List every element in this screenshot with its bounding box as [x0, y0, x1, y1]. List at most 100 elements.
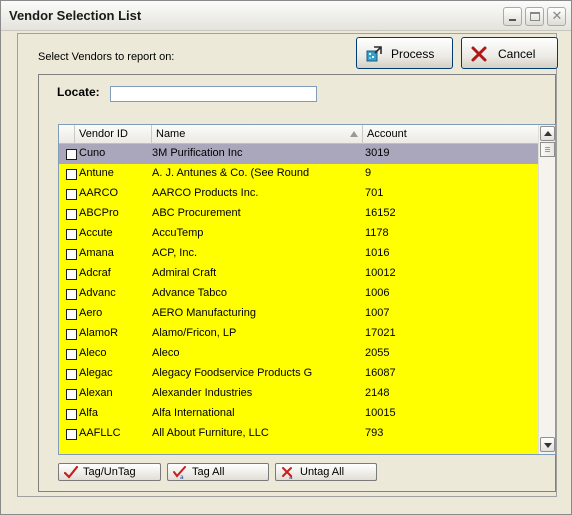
vendor-id-cell: Aero — [79, 307, 103, 319]
vendor-name-cell: Admiral Craft — [152, 267, 217, 279]
account-cell: 17021 — [365, 327, 396, 339]
table-row[interactable]: ABCPro ABC Procurement 16152 — [59, 204, 538, 224]
cancel-button[interactable]: Cancel — [461, 37, 558, 69]
tag-checkbox[interactable] — [66, 289, 77, 300]
vendor-id-cell: Alexan — [79, 387, 113, 399]
table-row[interactable]: AARCO AARCO Products Inc. 701 — [59, 184, 538, 204]
account-cell: 1016 — [365, 247, 390, 259]
table-row[interactable]: Accute AccuTemp 1178 — [59, 224, 538, 244]
tag-checkbox[interactable] — [66, 229, 77, 240]
minimize-icon — [509, 19, 516, 21]
account-cell: 3019 — [365, 147, 390, 159]
table-row[interactable]: Adcraf Admiral Craft 10012 — [59, 264, 538, 284]
table-row[interactable]: Advanc Advance Tabco 1006 — [59, 284, 538, 304]
column-header-account[interactable]: Account — [363, 125, 538, 144]
vendor-name-cell: AARCO Products Inc. — [152, 187, 259, 199]
tag-checkbox[interactable] — [66, 169, 77, 180]
tag-checkbox[interactable] — [66, 209, 77, 220]
tag-checkbox[interactable] — [66, 329, 77, 340]
vertical-scrollbar[interactable] — [538, 125, 555, 454]
vendor-id-cell: Aleco — [79, 347, 107, 359]
minimize-button[interactable] — [503, 7, 522, 26]
tag-checkbox[interactable] — [66, 189, 77, 200]
vendor-name-cell: 3M Purification Inc — [152, 147, 243, 159]
tag-checkbox[interactable] — [66, 249, 77, 260]
table-row[interactable]: Alexan Alexander Industries 2148 — [59, 384, 538, 404]
tag-checkbox[interactable] — [66, 369, 77, 380]
tag-checkbox[interactable] — [66, 269, 77, 280]
account-cell: 1007 — [365, 307, 390, 319]
vendor-id-cell: Accute — [79, 227, 113, 239]
vendor-id-cell: ABCPro — [79, 207, 119, 219]
tag-checkbox[interactable] — [66, 429, 77, 440]
table-row[interactable]: AlamoR Alamo/Fricon, LP 17021 — [59, 324, 538, 344]
vendor-id-cell: AAFLLC — [79, 427, 121, 439]
vendor-name-cell: ABC Procurement — [152, 207, 241, 219]
locate-input[interactable] — [110, 86, 317, 102]
tag-checkbox[interactable] — [66, 409, 77, 420]
tag-checkbox[interactable] — [66, 149, 77, 160]
vendor-name-cell: Alfa International — [152, 407, 235, 419]
column-header-name-label: Name — [156, 128, 186, 140]
column-header-select[interactable] — [59, 125, 75, 144]
table-row[interactable]: Cuno 3M Purification Inc 3019 — [59, 144, 538, 164]
grid-rows: Cuno 3M Purification Inc 3019 Antune A. J. A… — [59, 144, 538, 454]
table-row[interactable]: AAFLLC All About Furniture, LLC 793 — [59, 424, 538, 444]
account-cell: 1178 — [365, 227, 389, 239]
vendor-name-cell: Alamo/Fricon, LP — [152, 327, 237, 339]
table-row[interactable]: Antune A. J. Antunes & Co. (See Round 9 — [59, 164, 538, 184]
svg-text:a: a — [289, 474, 293, 479]
column-header-name[interactable]: Name — [152, 125, 363, 144]
untag-all-button[interactable]: a Untag All — [275, 463, 377, 481]
scroll-thumb[interactable] — [540, 142, 555, 157]
grip-line — [545, 149, 550, 150]
tag-checkbox[interactable] — [66, 309, 77, 320]
grip-line — [545, 151, 550, 152]
process-button[interactable]: Process — [356, 37, 453, 69]
account-cell: 2148 — [365, 387, 390, 399]
vendor-selection-window: Vendor Selection List ✕ Select Vendors t… — [0, 0, 572, 515]
tag-checkbox[interactable] — [66, 349, 77, 360]
scroll-up-button[interactable] — [540, 126, 555, 141]
vendor-grid[interactable]: Vendor ID Name Account Cuno 3M Purificati… — [58, 124, 556, 455]
account-cell: 16152 — [365, 207, 396, 219]
cancel-x-icon — [471, 46, 487, 62]
grid-header: Vendor ID Name Account — [59, 125, 538, 144]
title-bar[interactable]: Vendor Selection List ✕ — [1, 1, 571, 31]
vendor-name-cell: AccuTemp — [152, 227, 204, 239]
chevron-down-icon — [544, 443, 552, 448]
grip-line — [545, 147, 550, 148]
account-cell: 701 — [365, 187, 384, 199]
vendor-id-cell: Antune — [79, 167, 114, 179]
vendor-name-cell: Aleco — [152, 347, 180, 359]
account-cell: 16087 — [365, 367, 396, 379]
table-row[interactable]: Alegac Alegacy Foodservice Products G 1608… — [59, 364, 538, 384]
account-cell: 10015 — [365, 407, 396, 419]
table-row[interactable]: Aero AERO Manufacturing 1007 — [59, 304, 538, 324]
untag-all-icon: a — [282, 467, 293, 479]
account-cell: 10012 — [365, 267, 396, 279]
scroll-down-button[interactable] — [540, 437, 555, 452]
locate-label: Locate: — [57, 85, 100, 99]
tag-untag-button[interactable]: Tag/UnTag — [58, 463, 161, 481]
maximize-button[interactable] — [525, 7, 544, 26]
vendor-list-panel: Locate: Vendor ID Name Account Cuno 3M Pu… — [38, 74, 556, 492]
tag-untag-label: Tag/UnTag — [83, 466, 136, 478]
tag-checkbox[interactable] — [66, 389, 77, 400]
account-cell: 9 — [365, 167, 372, 179]
table-row[interactable]: Amana ACP, Inc. 1016 — [59, 244, 538, 264]
table-row[interactable]: Alfa Alfa International 10015 — [59, 404, 538, 424]
svg-text:a: a — [180, 474, 184, 479]
column-header-vendor-id[interactable]: Vendor ID — [75, 125, 152, 144]
tag-all-label: Tag All — [192, 466, 225, 478]
vendor-id-cell: Advanc — [79, 287, 116, 299]
tag-all-icon: a — [173, 466, 186, 479]
selection-panel: Select Vendors to report on: Process Can… — [17, 33, 558, 497]
close-button[interactable]: ✕ — [547, 7, 566, 26]
prompt-label: Select Vendors to report on: — [38, 51, 175, 63]
vendor-id-cell: Adcraf — [79, 267, 111, 279]
table-row[interactable]: Aleco Aleco 2055 — [59, 344, 538, 364]
tag-all-button[interactable]: a Tag All — [167, 463, 269, 481]
vendor-id-cell: Cuno — [79, 147, 106, 159]
account-cell: 2055 — [365, 347, 390, 359]
